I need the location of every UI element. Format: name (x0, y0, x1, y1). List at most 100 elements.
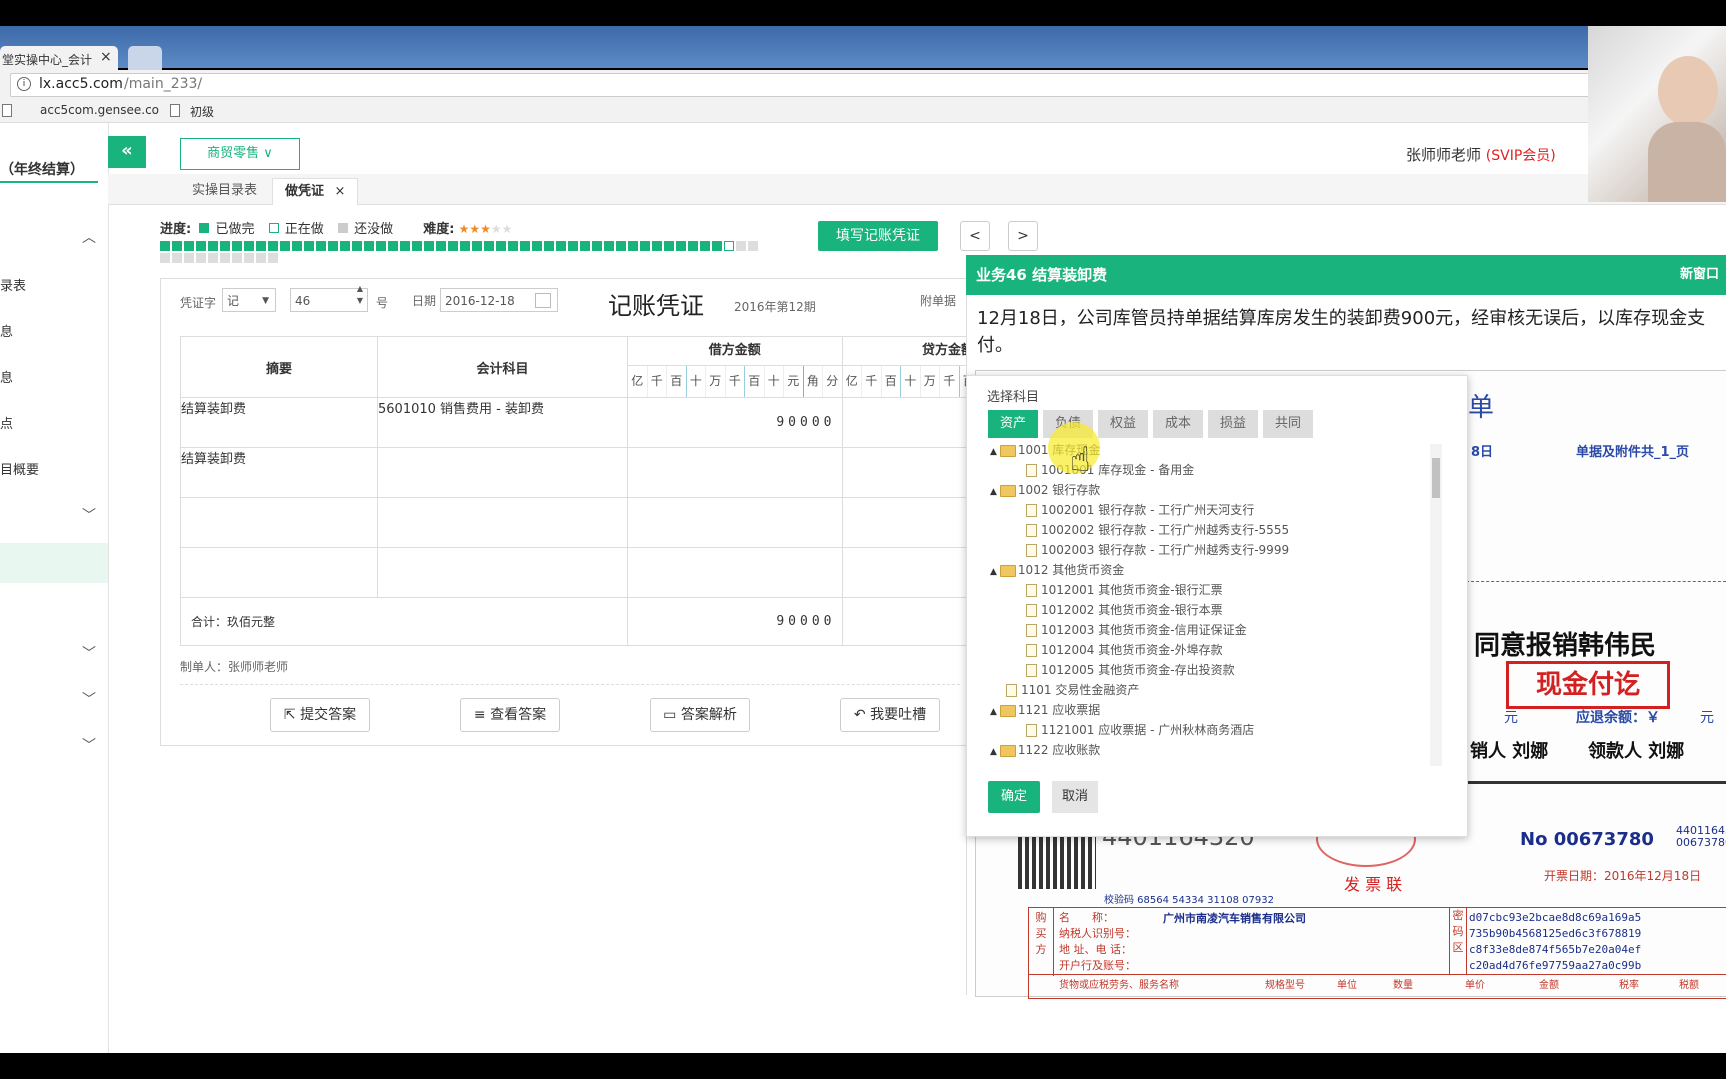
bookmark-chuji[interactable]: 初级 (190, 103, 214, 120)
progress-todo-cell[interactable] (196, 253, 206, 263)
progress-todo-cell[interactable] (172, 253, 182, 263)
progress-done-cell[interactable] (568, 241, 578, 251)
progress-done-cell[interactable] (544, 241, 554, 251)
new-tab-button[interactable] (128, 46, 162, 70)
tree-item[interactable]: 1002001 银行存款 - 工行广州天河支行 (986, 500, 1426, 520)
tree-item[interactable]: 1101 交易性金融资产 (986, 680, 1426, 700)
progress-done-cell[interactable] (628, 241, 638, 251)
confirm-button[interactable]: 确定 (988, 781, 1040, 813)
info-icon[interactable]: i (17, 77, 31, 91)
progress-done-cell[interactable] (304, 241, 314, 251)
progress-done-cell[interactable] (472, 241, 482, 251)
summary-cell[interactable]: 结算装卸费 (180, 397, 378, 448)
submit-answer-button[interactable]: ⇱ 提交答案 (270, 698, 370, 732)
tree-item[interactable]: 1002003 银行存款 - 工行广州越秀支行-9999 (986, 540, 1426, 560)
collapse-sidebar-button[interactable]: « (108, 136, 146, 168)
tab-account-category[interactable]: 损益 (1208, 410, 1258, 438)
progress-done-cell[interactable] (580, 241, 590, 251)
progress-todo-cell[interactable] (184, 253, 194, 263)
chevron-up-icon[interactable]: ︿ (82, 227, 96, 247)
calendar-icon[interactable] (535, 293, 551, 308)
chevron-down-icon[interactable]: ﹀ (82, 505, 96, 525)
progress-todo-cell[interactable] (232, 253, 242, 263)
credit-cell[interactable] (841, 397, 979, 448)
progress-done-cell[interactable] (232, 241, 242, 251)
user-info[interactable]: 张师师老师 (SVIP会员) (1406, 144, 1556, 165)
account-tree[interactable]: ▲1001 库存现金1001001 库存现金 - 备用金▲1002 银行存款10… (986, 440, 1426, 768)
progress-done-cell[interactable] (268, 241, 278, 251)
progress-done-cell[interactable] (700, 241, 710, 251)
progress-done-cell[interactable] (592, 241, 602, 251)
progress-done-cell[interactable] (424, 241, 434, 251)
progress-done-cell[interactable] (616, 241, 626, 251)
progress-doing-cell[interactable] (724, 241, 734, 251)
progress-done-cell[interactable] (172, 241, 182, 251)
progress-done-cell[interactable] (364, 241, 374, 251)
expand-toggle-icon[interactable]: ▲ (990, 747, 997, 757)
progress-done-cell[interactable] (652, 241, 662, 251)
summary-cell[interactable] (180, 547, 378, 598)
account-cell[interactable]: 5601010 销售费用 - 装卸费 (377, 397, 628, 448)
progress-done-cell[interactable] (484, 241, 494, 251)
tree-item[interactable]: 1121001 应收票据 - 广州秋林商务酒店 (986, 720, 1426, 740)
tree-item[interactable]: 1012001 其他货币资金-银行汇票 (986, 580, 1426, 600)
progress-done-cell[interactable] (712, 241, 722, 251)
tree-item[interactable]: 1012005 其他货币资金-存出投资款 (986, 660, 1426, 680)
tab-account-category[interactable]: 权益 (1098, 410, 1148, 438)
chevron-down-icon[interactable]: ﹀ (82, 689, 96, 709)
account-cell[interactable] (377, 547, 628, 598)
tree-item[interactable]: ▲ 1121 应收票据 (986, 700, 1426, 720)
prev-button[interactable]: < (960, 221, 990, 251)
progress-todo-cell[interactable] (160, 253, 170, 263)
progress-done-cell[interactable] (448, 241, 458, 251)
next-button[interactable]: > (1008, 221, 1038, 251)
tab-account-category[interactable]: 共同 (1263, 410, 1313, 438)
tree-item[interactable]: ▲ 1012 其他货币资金 (986, 560, 1426, 580)
progress-done-cell[interactable] (556, 241, 566, 251)
summary-cell[interactable]: 结算装卸费 (180, 447, 378, 498)
progress-todo-cell[interactable] (208, 253, 218, 263)
expand-toggle-icon[interactable]: ▲ (990, 567, 997, 577)
new-window-link[interactable]: 新窗口 (1680, 255, 1719, 295)
tree-scrollbar[interactable] (1430, 444, 1442, 766)
progress-done-cell[interactable] (604, 241, 614, 251)
expand-toggle-icon[interactable]: ▲ (990, 487, 997, 497)
store-type-dropdown[interactable]: 商贸零售 ∨ (180, 138, 300, 170)
date-input[interactable]: 2016-12-18 (440, 288, 558, 312)
progress-done-cell[interactable] (208, 241, 218, 251)
sidebar-item[interactable]: 息 (0, 367, 13, 386)
progress-done-cell[interactable] (640, 241, 650, 251)
progress-done-cell[interactable] (460, 241, 470, 251)
sidebar-item[interactable]: 录表 (0, 275, 26, 294)
credit-cell[interactable] (841, 497, 979, 548)
progress-done-cell[interactable] (196, 241, 206, 251)
chevron-down-icon[interactable]: ﹀ (82, 735, 96, 755)
close-icon[interactable]: × (100, 49, 112, 65)
tree-item[interactable]: ▲ 1002 银行存款 (986, 480, 1426, 500)
voucher-number-input[interactable]: 46 ▲ ▼ (290, 284, 368, 312)
tree-item[interactable]: 1012004 其他货币资金-外埠存款 (986, 640, 1426, 660)
progress-done-cell[interactable] (160, 241, 170, 251)
expand-toggle-icon[interactable]: ▲ (990, 447, 997, 457)
progress-done-cell[interactable] (316, 241, 326, 251)
word-select[interactable]: 记 ▼ (222, 288, 276, 312)
sidebar-active-item[interactable] (0, 543, 108, 583)
tab-voucher[interactable]: 做凭证 × (272, 178, 359, 205)
chevron-down-icon[interactable]: ﹀ (82, 643, 96, 663)
progress-done-cell[interactable] (256, 241, 266, 251)
progress-done-cell[interactable] (520, 241, 530, 251)
summary-cell[interactable] (180, 497, 378, 548)
browser-tab[interactable]: 堂实操中心_会计 × (0, 46, 118, 70)
progress-done-cell[interactable] (244, 241, 254, 251)
sidebar-item[interactable]: 息 (0, 321, 13, 340)
tree-item[interactable]: 1012003 其他货币资金-信用证保证金 (986, 620, 1426, 640)
fill-voucher-button[interactable]: 填写记账凭证 (818, 221, 938, 251)
stepper-icon[interactable]: ▲ ▼ (357, 283, 363, 307)
tab-account-category[interactable]: 成本 (1153, 410, 1203, 438)
progress-todo-cell[interactable] (256, 253, 266, 263)
progress-done-cell[interactable] (388, 241, 398, 251)
account-cell[interactable] (377, 447, 628, 498)
debit-cell[interactable] (627, 447, 843, 498)
cancel-button[interactable]: 取消 (1052, 781, 1098, 813)
address-input[interactable]: i lx.acc5.com /main_233/ (10, 73, 1672, 97)
